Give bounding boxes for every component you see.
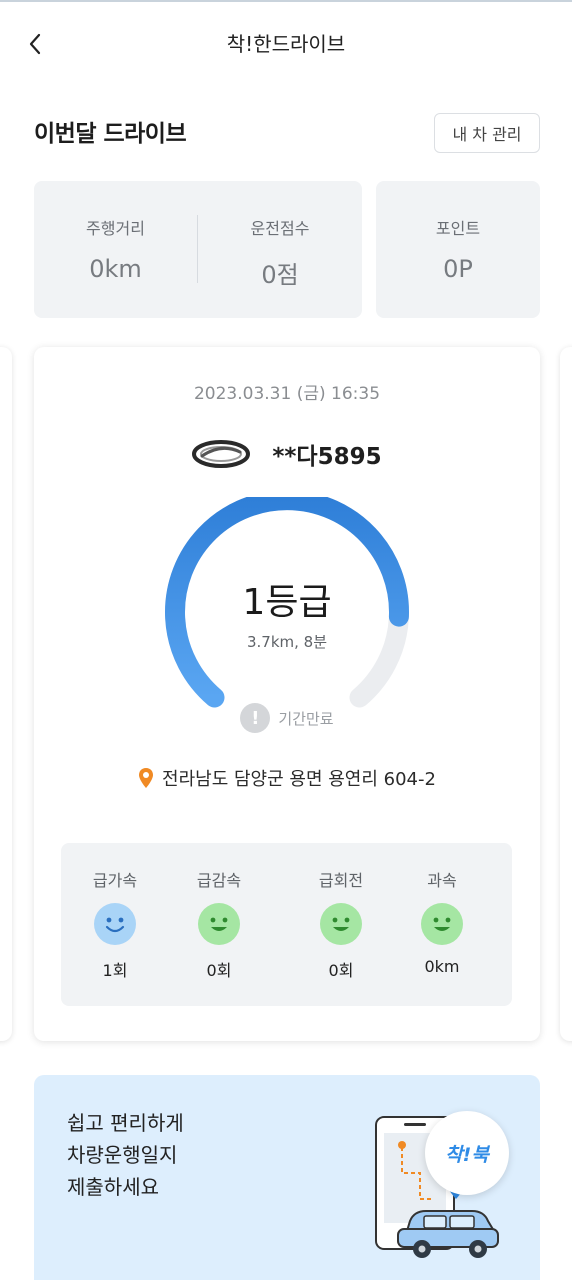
status-badge: ! 기간만료 xyxy=(34,703,540,733)
app-header: 착!한드라이브 xyxy=(0,2,572,80)
stat-value: 0km xyxy=(89,255,142,283)
smile-face-icon xyxy=(94,903,136,945)
stat-value: 0P xyxy=(443,255,473,283)
stat-label: 운전점수 xyxy=(250,219,310,238)
event-label: 과속 xyxy=(427,871,457,890)
stat-score: 운전점수 0점 xyxy=(198,181,362,318)
stat-label: 포인트 xyxy=(435,219,481,238)
event-value: 0회 xyxy=(206,961,232,980)
chakbook-badge[interactable]: 착!북 xyxy=(425,1111,509,1195)
grade-value: 1등급 xyxy=(242,582,332,623)
stat-value: 0점 xyxy=(261,261,299,289)
drive-location: 전라남도 담양군 용면 용연리 604-2 xyxy=(34,765,540,791)
status-text: 기간만료 xyxy=(278,709,334,728)
promo-line: 쉽고 편리하게 xyxy=(67,1111,184,1135)
next-drive-card[interactable] xyxy=(560,347,572,1041)
trip-summary: 3.7km, 8분 xyxy=(246,633,328,651)
event-speeding: 과속 0km xyxy=(390,843,494,1006)
event-sharp-turn: 급회전 0회 xyxy=(289,843,393,1006)
stat-label: 주행거리 xyxy=(86,219,145,238)
event-label: 급회전 xyxy=(318,871,364,890)
smile-face-icon xyxy=(421,903,463,945)
my-car-manage-button[interactable]: 내 차 관리 xyxy=(434,113,540,153)
license-plate: **다5895 xyxy=(272,444,382,470)
driving-events-panel: 급가속 1회 급감속 0회 급회전 0회 과속 0km xyxy=(61,843,512,1006)
promo-line: 제출하세요 xyxy=(67,1175,159,1199)
exclamation-icon: ! xyxy=(240,703,271,733)
event-label: 급감속 xyxy=(196,871,242,890)
event-value: 0km xyxy=(424,957,460,976)
drive-datetime: 2023.03.31 (금) 16:35 xyxy=(193,384,381,404)
stat-distance: 주행거리 0km xyxy=(34,181,197,318)
location-text: 전라남도 담양군 용면 용연리 604-2 xyxy=(162,769,436,790)
stat-points: 포인트 0P xyxy=(376,181,540,318)
car-brand-logo-icon xyxy=(192,440,251,468)
event-value: 0회 xyxy=(328,961,354,980)
car-info: **다5895 xyxy=(34,435,540,473)
monthly-stats-card[interactable]: 주행거리 0km 운전점수 0점 xyxy=(34,181,362,318)
previous-drive-card[interactable] xyxy=(0,347,12,1041)
event-label: 급가속 xyxy=(92,871,138,890)
event-value: 1회 xyxy=(102,961,128,980)
event-rapid-accel: 급가속 1회 xyxy=(63,843,167,1006)
location-pin-icon xyxy=(139,768,154,788)
event-rapid-decel: 급감속 0회 xyxy=(167,843,271,1006)
smile-face-icon xyxy=(198,903,240,945)
promo-line: 차량운행일지 xyxy=(67,1143,178,1167)
monthly-drive-title: 이번달 드라이브 xyxy=(34,121,187,147)
points-card[interactable]: 포인트 0P xyxy=(376,181,540,318)
page-title: 착!한드라이브 xyxy=(226,32,346,56)
drive-record-card[interactable]: 2023.03.31 (금) 16:35 **다5895 1등급 3.7km, … xyxy=(34,347,540,1041)
smile-face-icon xyxy=(320,903,362,945)
